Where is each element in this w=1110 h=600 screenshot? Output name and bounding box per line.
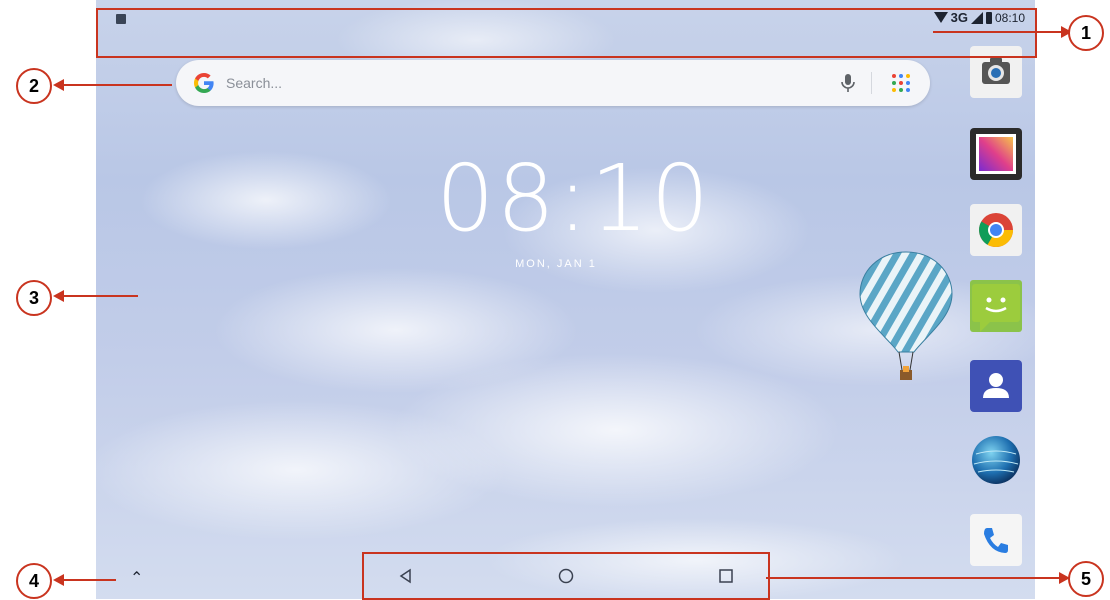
messaging-app[interactable] bbox=[970, 280, 1022, 332]
callout-line-1 bbox=[933, 31, 1061, 33]
callout-badge-3: 3 bbox=[16, 280, 52, 316]
messaging-icon bbox=[972, 284, 1020, 332]
callout-line-3 bbox=[60, 295, 138, 297]
callout-badge-5: 5 bbox=[1068, 561, 1104, 597]
annotation-box-status-bar bbox=[96, 8, 1037, 58]
contacts-icon bbox=[983, 373, 1009, 398]
clock-widget-time[interactable]: 08:10 bbox=[436, 145, 709, 252]
chrome-app[interactable] bbox=[970, 204, 1022, 256]
gallery-icon bbox=[976, 134, 1016, 174]
home-screen: 3G 08:10 Search... 08:10 MON, JAN 1 ⌃ bbox=[96, 0, 1035, 599]
chrome-icon bbox=[979, 213, 1013, 247]
phone-icon bbox=[984, 528, 1008, 553]
hot-air-balloon-decoration bbox=[859, 251, 953, 380]
search-divider bbox=[871, 72, 872, 94]
microphone-icon[interactable] bbox=[838, 72, 858, 94]
annotation-box-nav-bar bbox=[362, 552, 770, 600]
google-logo-icon bbox=[194, 73, 214, 93]
callout-line-4 bbox=[60, 579, 116, 581]
app-drawer-grid-icon[interactable] bbox=[892, 74, 910, 92]
browser-globe-icon bbox=[972, 436, 1020, 484]
all-apps-chevron-up-icon[interactable]: ⌃ bbox=[130, 568, 143, 588]
search-input[interactable]: Search... bbox=[226, 75, 282, 91]
contacts-app[interactable] bbox=[970, 360, 1022, 412]
callout-badge-2: 2 bbox=[16, 68, 52, 104]
callout-badge-4: 4 bbox=[16, 563, 52, 599]
browser-app[interactable] bbox=[970, 434, 1022, 486]
google-search-bar[interactable]: Search... bbox=[176, 60, 930, 106]
clock-widget-date: MON, JAN 1 bbox=[515, 258, 597, 270]
gallery-app[interactable] bbox=[970, 128, 1022, 180]
callout-line-5 bbox=[766, 577, 1060, 579]
callout-line-2 bbox=[60, 84, 172, 86]
phone-app[interactable] bbox=[970, 514, 1022, 566]
callout-badge-1: 1 bbox=[1068, 15, 1104, 51]
